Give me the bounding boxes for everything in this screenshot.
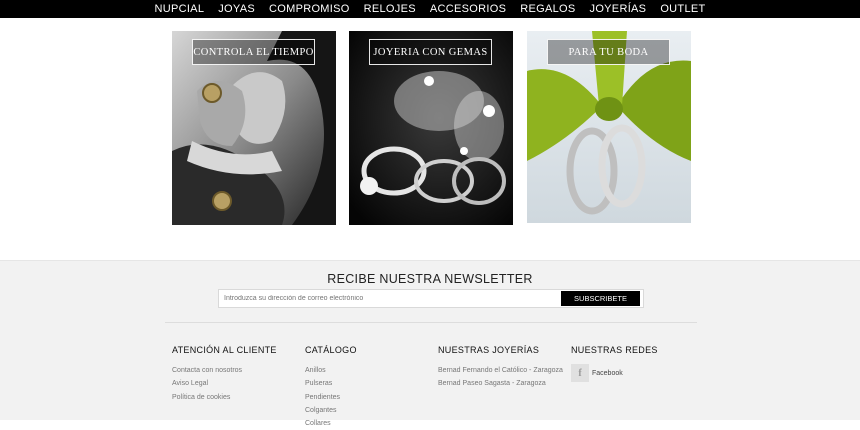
catalog-heading: CATÁLOGO [305, 345, 357, 355]
link-contact[interactable]: Contacta con nosotros [172, 364, 277, 377]
footer-column-catalog: CATÁLOGO Anillos Pulseras Pendientes Col… [305, 345, 357, 430]
banner-gems-label: JOYERIA CON GEMAS [369, 39, 492, 65]
nav-menu: NUPCIAL JOYAS COMPROMISO RELOJES ACCESOR… [0, 0, 860, 18]
banner-wedding-label: PARA TU BODA [547, 39, 670, 65]
link-cookies[interactable]: Política de cookies [172, 391, 277, 404]
banner-watches-label: CONTROLA EL TIEMPO [192, 39, 315, 65]
link-bracelets[interactable]: Pulseras [305, 377, 357, 390]
banner-gems[interactable]: JOYERIA CON GEMAS [349, 31, 513, 225]
newsletter-email-input[interactable] [219, 290, 561, 307]
footer: RECIBE NUESTRA NEWSLETTER SUBSCRIBETE AT… [0, 260, 860, 427]
newsletter-form: SUBSCRIBETE [218, 289, 644, 308]
subscribe-button[interactable]: SUBSCRIBETE [561, 291, 640, 306]
nav-item-joyerias[interactable]: JOYERÍAS [590, 0, 647, 18]
facebook-link[interactable]: f Facebook [571, 364, 658, 382]
footer-column-social: NUESTRAS REDES f Facebook [571, 345, 658, 382]
link-earrings[interactable]: Pendientes [305, 391, 357, 404]
facebook-label: Facebook [592, 369, 623, 377]
nav-item-accesorios[interactable]: ACCESORIOS [430, 0, 506, 18]
facebook-icon[interactable]: f [571, 364, 589, 382]
link-necklaces[interactable]: Collares [305, 417, 357, 430]
top-navigation: NUPCIAL JOYAS COMPROMISO RELOJES ACCESOR… [0, 0, 860, 18]
banner-wedding[interactable]: PARA TU BODA [527, 31, 691, 223]
footer-divider [165, 322, 697, 323]
customer-heading: ATENCIÓN AL CLIENTE [172, 345, 277, 355]
banner-watches[interactable]: CONTROLA EL TIEMPO [172, 31, 336, 225]
stores-heading: NUESTRAS JOYERÍAS [438, 345, 540, 355]
link-rings[interactable]: Anillos [305, 364, 357, 377]
link-store-fernando[interactable]: Bernad Fernando el Católico - Zaragoza [438, 364, 563, 377]
social-heading: NUESTRAS REDES [571, 345, 658, 355]
nav-item-relojes[interactable]: RELOJES [364, 0, 416, 18]
footer-column-stores: NUESTRAS JOYERÍAS Bernad Fernando el Cat… [438, 345, 563, 391]
newsletter-title: RECIBE NUESTRA NEWSLETTER [327, 272, 533, 286]
link-legal[interactable]: Aviso Legal [172, 377, 277, 390]
nav-item-compromiso[interactable]: COMPROMISO [269, 0, 350, 18]
nav-item-regalos[interactable]: REGALOS [520, 0, 575, 18]
link-pendants[interactable]: Colgantes [305, 404, 357, 417]
nav-item-joyas[interactable]: JOYAS [218, 0, 255, 18]
link-store-sagasta[interactable]: Bernad Paseo Sagasta - Zaragoza [438, 377, 563, 390]
nav-item-outlet[interactable]: OUTLET [660, 0, 705, 18]
footer-column-customer: ATENCIÓN AL CLIENTE Contacta con nosotro… [172, 345, 277, 404]
nav-item-nupcial[interactable]: NUPCIAL [154, 0, 204, 18]
